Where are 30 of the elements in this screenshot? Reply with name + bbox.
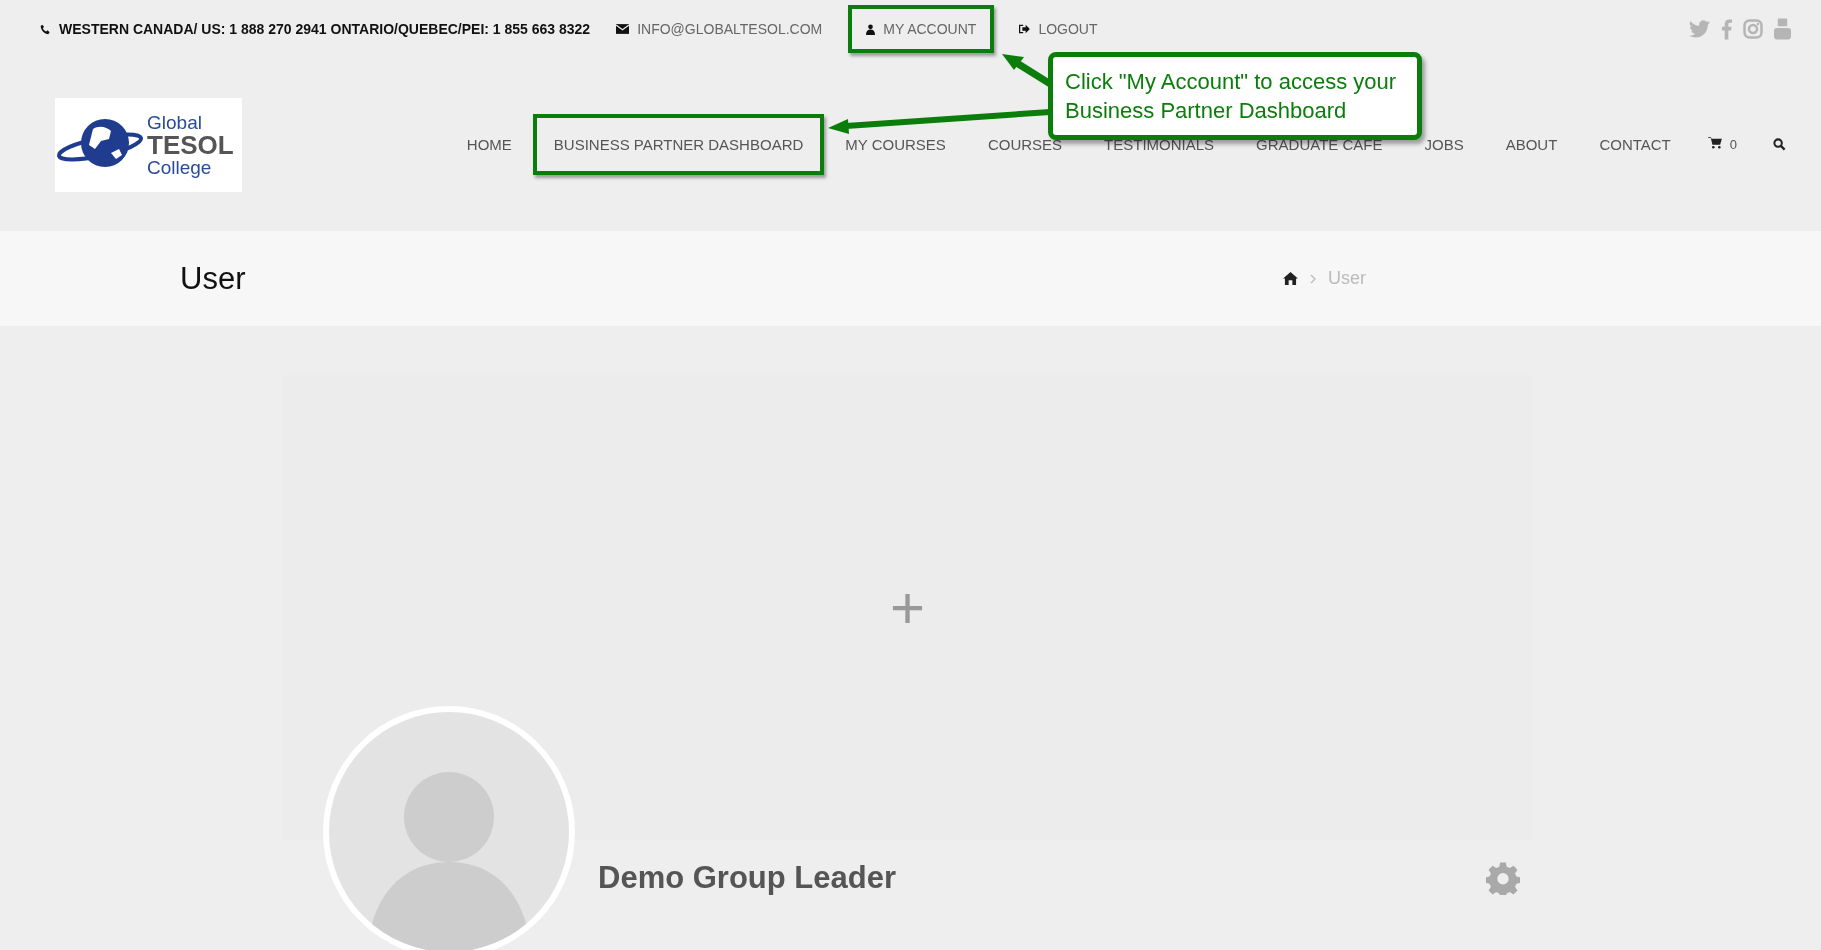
home-icon[interactable] [1283, 272, 1298, 285]
settings-icon[interactable] [1486, 861, 1520, 895]
person-icon [866, 23, 876, 35]
page-title: User [180, 260, 246, 297]
logo-text: Global [147, 112, 203, 132]
search-icon[interactable] [1773, 138, 1786, 151]
camera-icon[interactable] [1743, 19, 1763, 39]
bird-icon[interactable] [1689, 20, 1710, 38]
logo[interactable]: Global TESOL College [55, 97, 242, 192]
nav-link[interactable]: MY COURSES [824, 114, 967, 175]
email-link[interactable]: INFO@GLOBALTESOL.COM [637, 21, 823, 37]
envelope-icon [616, 24, 630, 34]
logo-text: College [147, 157, 213, 177]
top-link[interactable]: MY ACCOUNT [848, 5, 995, 53]
profile-name: Demo Group Leader [598, 860, 896, 896]
nav-link[interactable]: BUSINESS PARTNER DASHBOARD [532, 114, 825, 175]
phone-text: WESTERN CANADA/ US: 1 888 270 2941 ONTARIO/QUEBEC/PEI: 1 855 663 8322 [59, 21, 591, 37]
callout-tooltip: Click "My Account" to access your Business Partner Dashboard [1048, 52, 1422, 140]
chevron-icon [1310, 273, 1316, 284]
top-link[interactable]: LOGOUT [1000, 5, 1116, 53]
logo-text: TESOL [147, 131, 234, 158]
cart-icon[interactable] [1707, 137, 1722, 149]
phone-icon [40, 23, 51, 35]
cart-count: 0 [1729, 137, 1737, 152]
nav-link[interactable]: CONTACT [1578, 114, 1692, 175]
nav-link[interactable]: HOME [445, 114, 533, 175]
logout-icon [1018, 24, 1031, 34]
breadcrumb-current: User [1328, 268, 1366, 289]
nav-link[interactable]: ABOUT [1484, 114, 1579, 175]
facebook-icon[interactable] [1721, 18, 1732, 40]
